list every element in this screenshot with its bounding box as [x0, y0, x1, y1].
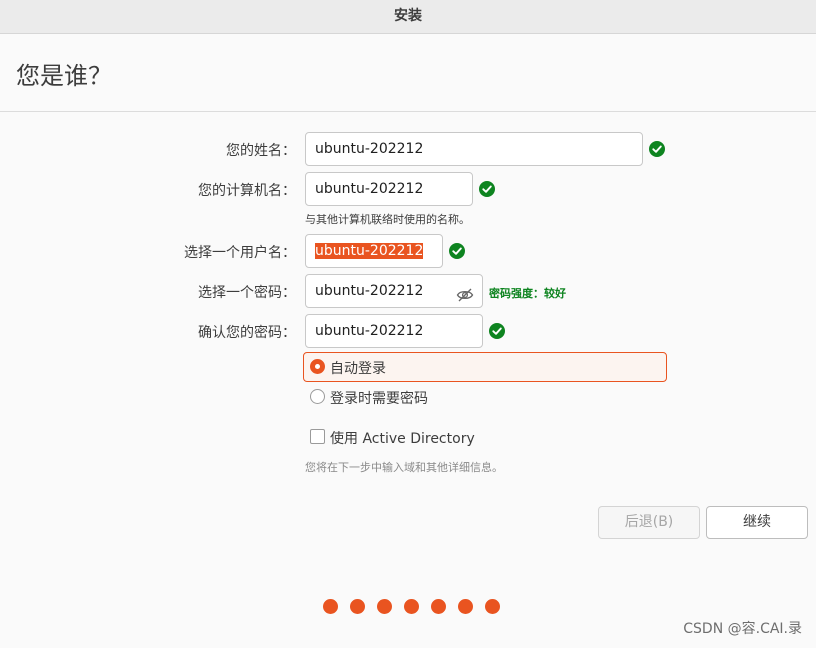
confirm-password-input[interactable]: ubuntu-202212 [305, 314, 483, 348]
progress-dot [323, 599, 338, 614]
active-directory-checkbox[interactable] [310, 429, 325, 444]
name-valid-check-icon [649, 141, 665, 157]
computer-name-label: 您的计算机名： [198, 183, 296, 199]
confirm-password-label: 确认您的密码： [198, 325, 296, 341]
computer-name-input[interactable]: ubuntu-202212 [305, 172, 473, 206]
active-directory-option[interactable]: 使用 Active Directory [303, 423, 667, 453]
window-titlebar: 安装 [0, 0, 816, 34]
name-label: 您的姓名： [226, 143, 296, 159]
radio-auto-login-indicator[interactable] [310, 359, 325, 374]
page-title: 您是谁？ [16, 62, 112, 90]
radio-require-password-indicator[interactable] [310, 389, 325, 404]
header-divider [0, 111, 816, 112]
progress-dot [485, 599, 500, 614]
progress-dot [458, 599, 473, 614]
progress-dot [431, 599, 446, 614]
watermark-text: CSDN @容.CAI.录 [683, 621, 802, 637]
password-label: 选择一个密码： [198, 285, 296, 301]
continue-button[interactable]: 继续 [706, 506, 808, 539]
confirm-password-input-value: ubuntu-202212 [315, 323, 424, 339]
password-strength-text: 密码强度：较好 [489, 287, 566, 300]
window-title: 安装 [394, 8, 422, 24]
active-directory-label: 使用 Active Directory [330, 431, 475, 447]
radio-auto-login-label: 自动登录 [330, 361, 386, 377]
computer-name-hint: 与其他计算机联络时使用的名称。 [305, 213, 470, 226]
password-input[interactable]: ubuntu-202212 [305, 274, 483, 308]
active-directory-hint: 您将在下一步中输入域和其他详细信息。 [305, 461, 503, 474]
radio-auto-login[interactable]: 自动登录 [303, 352, 667, 382]
computer-name-input-value: ubuntu-202212 [315, 181, 424, 197]
password-visibility-toggle-icon[interactable] [456, 283, 474, 302]
name-input-value: ubuntu-202212 [315, 141, 424, 157]
username-label: 选择一个用户名： [184, 245, 296, 261]
back-button[interactable]: 后退(B) [598, 506, 700, 539]
computer-name-valid-check-icon [479, 181, 495, 197]
progress-dot [350, 599, 365, 614]
username-input-value: ubuntu-202212 [315, 243, 424, 259]
confirm-password-valid-check-icon [489, 323, 505, 339]
radio-require-password[interactable]: 登录时需要密码 [303, 383, 667, 413]
username-valid-check-icon [449, 243, 465, 259]
name-input[interactable]: ubuntu-202212 [305, 132, 643, 166]
progress-dot [377, 599, 392, 614]
progress-dot [404, 599, 419, 614]
username-input[interactable]: ubuntu-202212 [305, 234, 443, 268]
radio-require-password-label: 登录时需要密码 [330, 391, 428, 407]
password-input-value: ubuntu-202212 [315, 283, 424, 299]
